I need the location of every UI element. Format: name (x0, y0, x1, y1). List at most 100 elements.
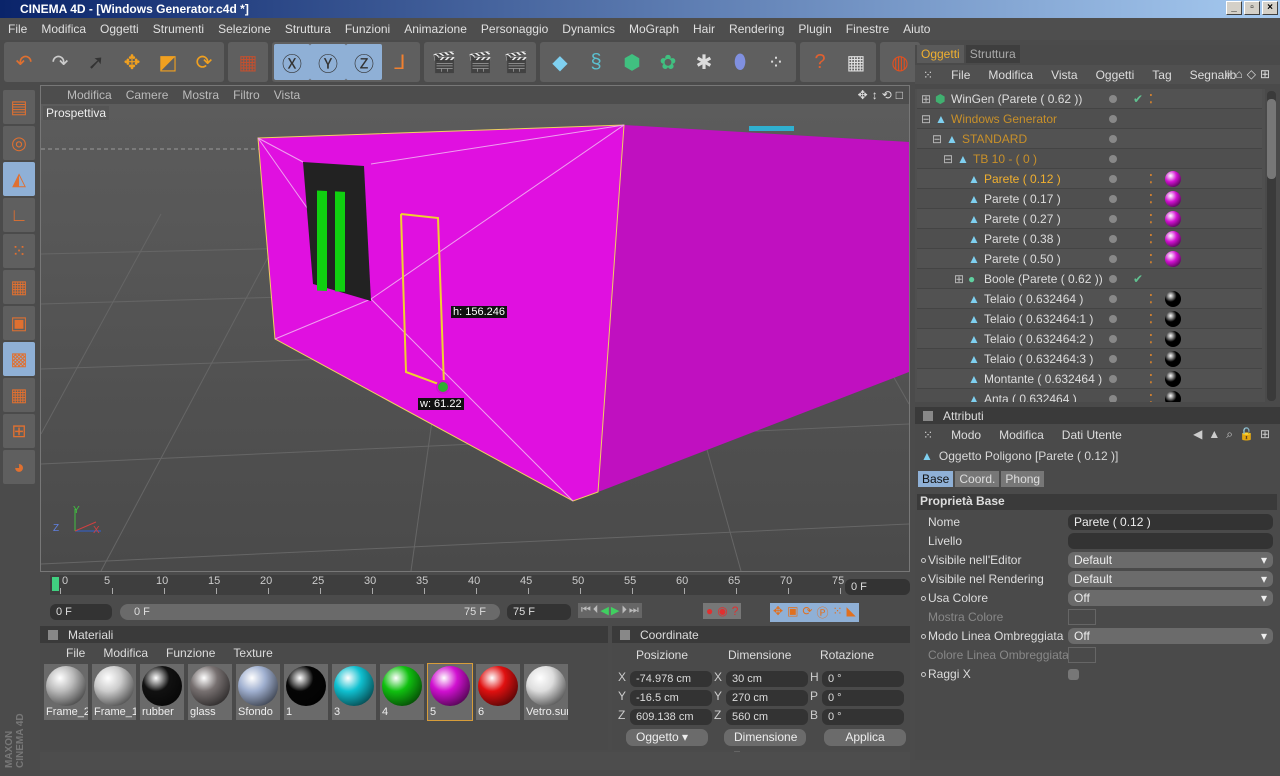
minimize-button[interactable]: _ (1226, 1, 1242, 15)
enabled-check-icon[interactable]: ✔ (1133, 269, 1143, 289)
editor-visibility-dot[interactable] (1109, 235, 1117, 243)
object-row[interactable]: ▲ Telaio ( 0.632464:1 ) ⁚ (917, 309, 1262, 329)
animation-dot-icon[interactable] (921, 634, 926, 639)
dimension-handle[interactable] (436, 380, 450, 394)
object-row[interactable]: ▲ Parete ( 0.27 ) ⁚ (917, 209, 1262, 229)
editor-visibility-dot[interactable] (1109, 175, 1117, 183)
viewport-menu-mostra[interactable]: Mostra (182, 88, 219, 102)
new-attributes-icon[interactable]: ⊞ (1260, 427, 1270, 442)
animation-dot-icon[interactable] (921, 558, 926, 563)
help-icon[interactable]: ? (802, 44, 838, 80)
expand-toggle-icon[interactable]: ⊞ (954, 269, 964, 289)
material-swatch[interactable]: 6 (476, 664, 520, 720)
play-forward-icon[interactable]: ▶ (611, 604, 619, 617)
editor-visibility-dot[interactable] (1109, 315, 1117, 323)
material-swatch[interactable]: 1 (284, 664, 328, 720)
tab-coord[interactable]: Coord. (955, 471, 1000, 487)
scale-icon[interactable]: ◩ (150, 44, 186, 80)
color-swatch[interactable] (1068, 647, 1096, 663)
editor-visibility-dot[interactable] (1109, 275, 1117, 283)
enabled-check-icon[interactable]: ✔ (1133, 89, 1143, 109)
materials-menu-file[interactable]: File (66, 646, 85, 660)
editor-visibility-dot[interactable] (1109, 215, 1117, 223)
viewport-menu-filtro[interactable]: Filtro (233, 88, 260, 102)
coord-field-r-b[interactable]: 0 ° (822, 709, 904, 725)
viewport-menu-vista[interactable]: Vista (274, 88, 300, 102)
editor-visibility-dot[interactable] (1109, 95, 1117, 103)
object-mode-icon[interactable]: ◭ (3, 162, 35, 196)
axis-mode-icon[interactable]: ∟ (3, 198, 35, 232)
key-scale-icon[interactable]: ▣ (787, 604, 798, 621)
go-to-start-icon[interactable]: ⏮ (581, 604, 591, 617)
viewport[interactable]: Modifica Camere Mostra Filtro Vista ✥ ↕ ⟲ □ Pro… (40, 85, 910, 572)
color-swatch[interactable] (1068, 609, 1096, 625)
move-icon[interactable]: ✥ (114, 44, 150, 80)
phong-tag-icon[interactable]: ⁚ (1149, 249, 1153, 269)
material-tag-icon[interactable] (1165, 231, 1181, 247)
current-frame-field[interactable]: 0 F (845, 579, 910, 595)
menu-finestre[interactable]: Finestre (846, 22, 889, 36)
coord-field-p-y[interactable]: -16.5 cm (630, 690, 712, 706)
object-row[interactable]: ▲ Telaio ( 0.632464:3 ) ⁚ (917, 349, 1262, 369)
object-row[interactable]: ▲ Parete ( 0.50 ) ⁚ (917, 249, 1262, 269)
animation-dot-icon[interactable] (921, 596, 926, 601)
object-row[interactable]: ⊞ ⬢ WinGen (Parete ( 0.62 )) ✔ ⁚ (917, 89, 1262, 109)
phong-tag-icon[interactable]: ⁚ (1149, 389, 1153, 402)
editor-visibility-dot[interactable] (1109, 375, 1117, 383)
name-input[interactable]: Parete ( 0.12 ) (1068, 514, 1273, 530)
live-selection-icon[interactable]: ➚ (78, 44, 114, 80)
materials-menu-funzione[interactable]: Funzione (166, 646, 215, 660)
material-tag-icon[interactable] (1165, 251, 1181, 267)
object-row[interactable]: ⊟ ▲ Windows Generator (917, 109, 1262, 129)
attribute-dropdown[interactable]: Off ▾ (1068, 590, 1273, 606)
attribute-dropdown[interactable]: Off ▾ (1068, 628, 1273, 644)
object-row[interactable]: ▲ Parete ( 0.17 ) ⁚ (917, 189, 1262, 209)
material-swatch[interactable]: 4 (380, 664, 424, 720)
animation-dot-icon[interactable] (921, 577, 926, 582)
coord-field-d-x[interactable]: 30 cm (726, 671, 808, 687)
expand-toggle-icon[interactable]: ⊟ (932, 129, 942, 149)
menu-selezione[interactable]: Selezione (218, 22, 271, 36)
deformer-icon[interactable]: ✱ (686, 44, 722, 80)
phong-tag-icon[interactable]: ⁚ (1149, 229, 1153, 249)
objects-menu-file[interactable]: File (951, 68, 970, 82)
redo-icon[interactable]: ↷ (42, 44, 78, 80)
menu-strumenti[interactable]: Strumenti (153, 22, 204, 36)
maximize-view-icon[interactable]: □ (896, 88, 903, 102)
spline-icon[interactable]: § (578, 44, 614, 80)
layer-field[interactable] (1068, 533, 1273, 549)
new-panel-icon[interactable]: ⊞ (1260, 67, 1270, 82)
material-tag-icon[interactable] (1165, 171, 1181, 187)
viewport-menu-camere[interactable]: Camere (126, 88, 169, 102)
editor-visibility-dot[interactable] (1109, 155, 1117, 163)
particles-icon[interactable]: ⁘ (758, 44, 794, 80)
timeline-ruler[interactable]: 0 5 10 15 20 25 30 35 40 45 50 55 60 65 70 75 (50, 575, 844, 595)
menu-plugin[interactable]: Plugin (798, 22, 831, 36)
phong-tag-icon[interactable]: ⁚ (1149, 309, 1153, 329)
attribute-dropdown[interactable]: Default ▾ (1068, 552, 1273, 568)
size-mode-dropdown[interactable]: Dimensione ▾ (724, 729, 806, 761)
menu-funzioni[interactable]: Funzioni (345, 22, 390, 36)
previous-key-icon[interactable]: ⏴ (593, 604, 599, 617)
phong-tag-icon[interactable]: ⁚ (1149, 289, 1153, 309)
menu-file[interactable]: File (8, 22, 27, 36)
object-tree-scrollbar[interactable] (1267, 91, 1276, 401)
apply-button[interactable]: Applica (824, 729, 906, 746)
material-tag-icon[interactable] (1165, 211, 1181, 227)
close-button[interactable]: × (1262, 1, 1278, 15)
rotate-view-icon[interactable]: ⟲ (882, 88, 892, 102)
next-key-icon[interactable]: ⏵ (621, 604, 627, 617)
expand-toggle-icon[interactable]: ⊟ (921, 109, 931, 129)
coord-field-p-x[interactable]: -74.978 cm (630, 671, 712, 687)
phong-tag-icon[interactable]: ⁚ (1149, 189, 1153, 209)
menu-rendering[interactable]: Rendering (729, 22, 784, 36)
points-mode-icon[interactable]: ⁙ (3, 234, 35, 268)
coord-field-d-z[interactable]: 560 cm (726, 709, 808, 725)
editor-visibility-dot[interactable] (1109, 295, 1117, 303)
go-to-end-icon[interactable]: ⏭ (629, 604, 639, 617)
animation-dot-icon[interactable] (921, 672, 926, 677)
render-view-icon[interactable]: 🎬 (426, 44, 462, 80)
tab-phong[interactable]: Phong (1001, 471, 1045, 487)
menu-aiuto[interactable]: Aiuto (903, 22, 930, 36)
material-swatch[interactable]: rubber (140, 664, 184, 720)
